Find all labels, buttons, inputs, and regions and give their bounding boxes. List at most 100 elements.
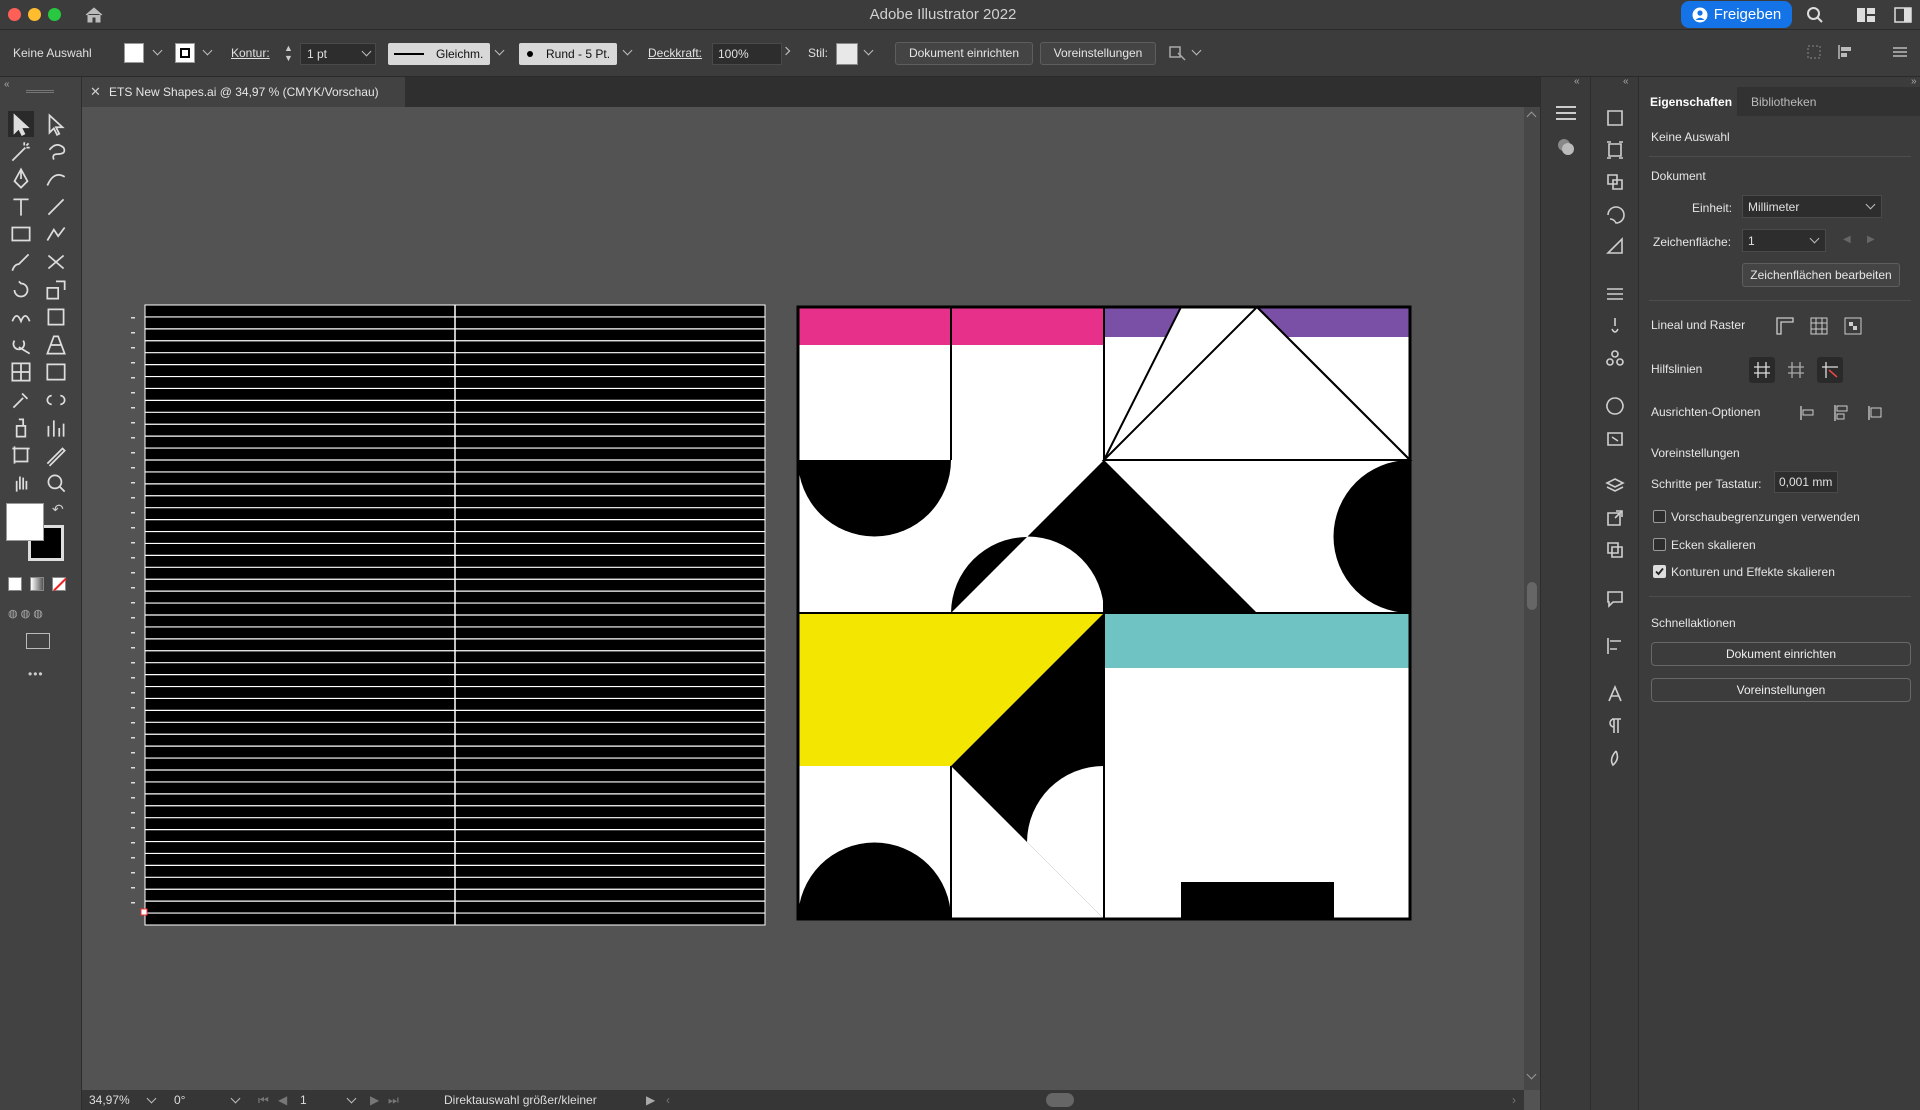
opentype-panel-icon[interactable] — [1604, 747, 1626, 769]
share-button[interactable]: Freigeben — [1681, 1, 1792, 28]
stroke-profile-chevron-icon[interactable] — [494, 45, 505, 56]
line-tool-icon[interactable] — [43, 194, 69, 220]
panel-menu-icon[interactable] — [1893, 46, 1907, 58]
shape-builder-tool-icon[interactable] — [8, 332, 34, 358]
expand-properties-icon[interactable]: » — [1911, 76, 1917, 87]
rotation-chevron-icon[interactable] — [230, 1093, 241, 1104]
opacity-field[interactable]: 100% — [712, 43, 782, 65]
opacity-label[interactable]: Deckkraft: — [648, 46, 702, 60]
asset-export-panel-icon[interactable] — [1604, 507, 1626, 529]
slice-tool-icon[interactable] — [43, 442, 69, 468]
lock-guides-icon[interactable] — [1786, 360, 1806, 380]
grid-icon[interactable] — [1809, 316, 1829, 336]
document-setup-button[interactable]: Dokument einrichten — [895, 42, 1033, 65]
horizontal-scroll-thumb[interactable] — [1046, 1093, 1074, 1107]
next-artboard-icon[interactable]: ▶ — [370, 1093, 379, 1107]
stroke-swatch[interactable] — [175, 43, 195, 63]
gradient-panel-icon[interactable] — [1604, 235, 1626, 257]
rotate-tool-icon[interactable] — [8, 277, 34, 303]
curvature-tool-icon[interactable] — [43, 166, 69, 192]
layers-panel-icon[interactable] — [1604, 475, 1626, 497]
workspace-icon[interactable] — [1856, 7, 1876, 23]
hand-tool-icon[interactable] — [8, 470, 34, 496]
collapse-panel-icon[interactable]: « — [4, 79, 10, 90]
type-tool-icon[interactable] — [8, 194, 34, 220]
stroke-weight-stepper[interactable]: ▲ ▼ — [284, 43, 296, 65]
magic-wand-tool-icon[interactable] — [8, 139, 34, 165]
last-artboard-icon[interactable]: ⏭ — [388, 1093, 399, 1108]
close-tab-icon[interactable]: ✕ — [90, 84, 101, 100]
artboard-chevron-icon[interactable] — [346, 1093, 357, 1104]
preferences-button[interactable]: Voreinstellungen — [1040, 42, 1156, 65]
screen-mode-icon[interactable] — [26, 633, 50, 649]
swatches-panel-icon[interactable] — [1604, 203, 1626, 225]
unit-dropdown[interactable]: Millimeter — [1742, 195, 1882, 218]
symbols-panel-icon[interactable] — [1604, 347, 1626, 369]
status-menu-arrow-icon[interactable]: ▶ — [646, 1093, 655, 1107]
stroke-dropdown-chevron-icon[interactable] — [202, 45, 213, 56]
selection-tool-icon[interactable] — [8, 111, 34, 137]
none-mode-icon[interactable] — [52, 577, 67, 592]
status-text[interactable]: Direktauswahl größer/kleiner — [444, 1093, 597, 1107]
rotation-value[interactable]: 0° — [174, 1093, 185, 1107]
panel-grip[interactable] — [26, 90, 54, 93]
scroll-thumb[interactable] — [1527, 582, 1537, 610]
gradient-mode-icon[interactable] — [30, 577, 44, 591]
stroke-label[interactable]: Kontur: — [231, 46, 270, 60]
hscroll-left-icon[interactable]: ‹ — [666, 1093, 670, 1107]
tab-properties[interactable]: Eigenschaften — [1639, 87, 1737, 116]
graphic-styles-panel-icon[interactable] — [1604, 395, 1626, 417]
brush-chevron-icon[interactable] — [622, 45, 633, 56]
tab-libraries[interactable]: Bibliotheken — [1751, 95, 1816, 109]
stroke-profile-dropdown[interactable]: Gleichm. — [388, 43, 490, 65]
appearance-icon[interactable] — [1556, 137, 1576, 157]
expand-panel-icon[interactable]: « — [1574, 76, 1580, 87]
artboards-panel-icon[interactable] — [1604, 539, 1626, 561]
symbol-sprayer-tool-icon[interactable] — [8, 415, 34, 441]
eyedropper-tool-icon[interactable] — [8, 387, 34, 413]
brushes-panel-icon[interactable] — [1604, 315, 1626, 337]
edit-toolbar-icon[interactable]: ••• — [28, 667, 44, 681]
rulers-icon[interactable] — [1775, 316, 1795, 336]
color-panel-icon[interactable] — [1604, 107, 1626, 129]
pathfinder-panel-icon[interactable] — [1604, 171, 1626, 193]
stroke-panel-icon[interactable] — [1604, 283, 1626, 305]
edit-artboards-button[interactable]: Zeichenflächen bearbeiten — [1742, 263, 1900, 287]
shaper-tool-icon[interactable] — [43, 221, 69, 247]
align-to-key-object-icon[interactable] — [1831, 403, 1851, 423]
canvas[interactable] — [82, 107, 1532, 1090]
direct-selection-tool-icon[interactable] — [43, 111, 69, 137]
fill-dropdown-chevron-icon[interactable] — [152, 45, 163, 56]
arrange-chevron-icon[interactable] — [1191, 45, 1202, 56]
next-artboard-icon[interactable]: ▶ — [1867, 234, 1875, 245]
quick-document-setup-button[interactable]: Dokument einrichten — [1651, 642, 1911, 666]
zoom-level[interactable]: 34,97% — [89, 1093, 130, 1107]
gradient-tool-icon[interactable] — [43, 359, 69, 385]
align-to-selection-icon[interactable] — [1797, 403, 1817, 423]
free-transform-tool-icon[interactable] — [43, 304, 69, 330]
artboard-shapes[interactable] — [796, 305, 1413, 921]
align-panel-icon[interactable] — [1604, 635, 1626, 657]
graphic-style-swatch[interactable] — [836, 43, 858, 65]
search-icon[interactable] — [1806, 6, 1824, 24]
transform-panel-icon[interactable] — [1604, 139, 1626, 161]
pen-tool-icon[interactable] — [8, 166, 34, 192]
preview-bounds-checkbox[interactable] — [1653, 510, 1666, 523]
transform-icon[interactable] — [1806, 44, 1822, 60]
panel-menu-icon[interactable] — [1555, 105, 1577, 121]
scale-corners-checkbox[interactable] — [1653, 538, 1666, 551]
stroke-weight-field[interactable]: 1 pt — [300, 43, 376, 65]
color-mode-icon[interactable] — [8, 577, 22, 591]
artboard-lines[interactable] — [131, 304, 766, 926]
perspective-grid-tool-icon[interactable] — [43, 332, 69, 358]
swap-fill-stroke-icon[interactable]: ↶ — [52, 501, 64, 518]
zoom-chevron-icon[interactable] — [146, 1093, 157, 1104]
panel-layout-icon[interactable] — [1894, 7, 1912, 23]
paintbrush-tool-icon[interactable] — [8, 249, 34, 275]
arrange-documents-icon[interactable] — [1168, 44, 1188, 62]
column-graph-tool-icon[interactable] — [43, 415, 69, 441]
mesh-tool-icon[interactable] — [8, 359, 34, 385]
comments-panel-icon[interactable] — [1604, 587, 1626, 609]
fill-color-swatch[interactable] — [6, 503, 44, 541]
document-tab[interactable]: ✕ ETS New Shapes.ai @ 34,97 % (CMYK/Vors… — [82, 77, 405, 107]
